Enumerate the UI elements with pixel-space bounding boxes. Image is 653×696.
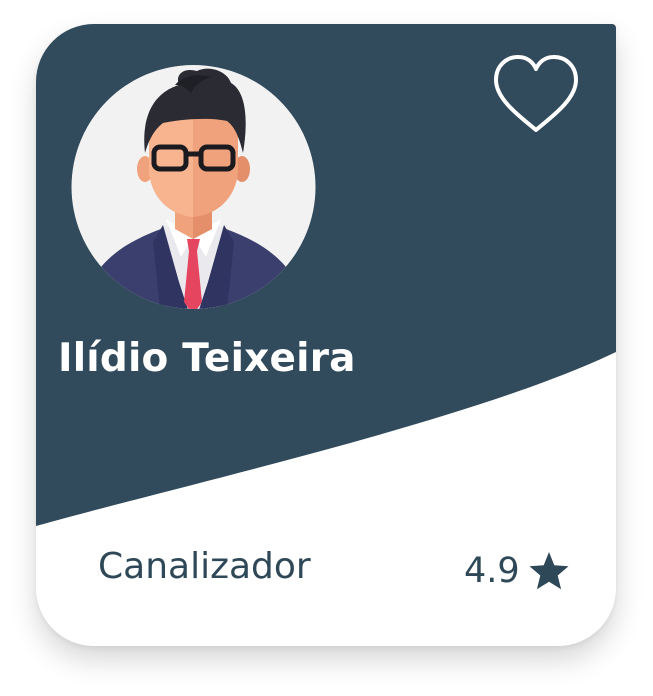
profile-card[interactable]: Ilídio Teixeira Canalizador 4.9 — [36, 24, 616, 646]
rating: 4.9 — [464, 546, 570, 596]
profession-label: Canalizador — [98, 546, 311, 587]
avatar — [71, 57, 316, 319]
rating-value: 4.9 — [464, 551, 520, 591]
star-icon — [529, 552, 569, 590]
heart-outline-icon[interactable] — [492, 54, 580, 136]
professional-name: Ilídio Teixeira — [58, 336, 356, 381]
